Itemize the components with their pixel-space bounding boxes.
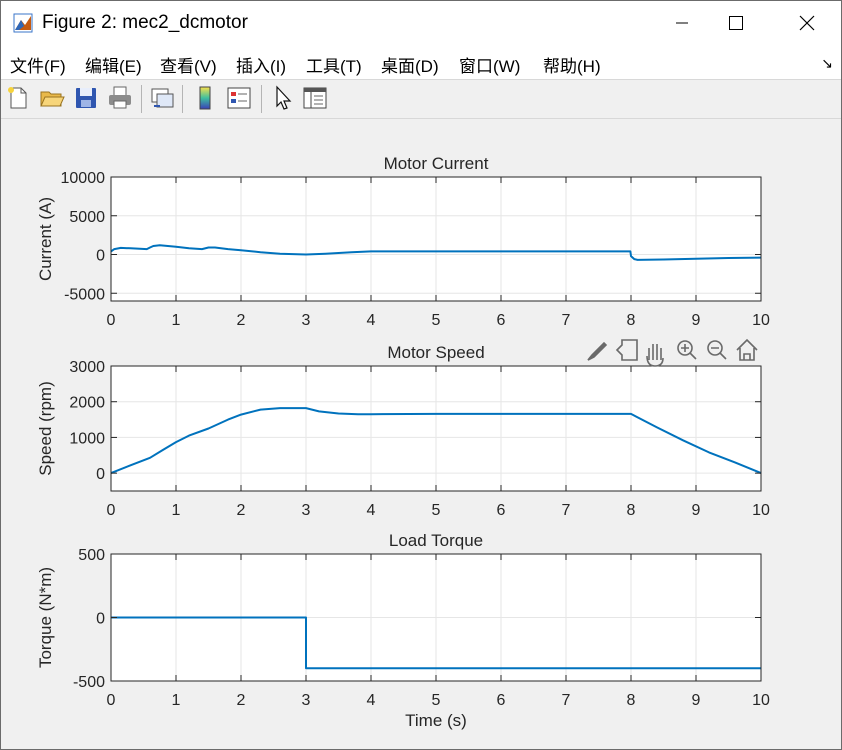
x-tick-label: 6 — [497, 312, 506, 329]
x-tick-label: 7 — [562, 502, 571, 519]
x-tick-label: 8 — [627, 502, 636, 519]
property-inspector-icon[interactable] — [301, 84, 329, 112]
axes-title: Motor Speed — [387, 343, 484, 362]
menu-window[interactable]: 窗口(W) — [459, 52, 520, 77]
axes-3[interactable] — [110, 553, 762, 682]
y-tick-label: 2000 — [69, 395, 105, 412]
x-tick-label: 3 — [302, 502, 311, 519]
menu-bar: 文件(F) 编辑(E) 查看(V) 插入(I) 工具(T) 桌面(D) 窗口(W… — [1, 45, 841, 79]
x-tick-label: 2 — [237, 502, 246, 519]
y-axis-label: Torque (N*m) — [36, 567, 55, 668]
close-icon — [799, 15, 815, 31]
x-tick-label: 10 — [752, 692, 770, 709]
edit-plot-arrow-icon[interactable] — [268, 84, 296, 112]
close-button[interactable] — [784, 1, 830, 45]
minimize-icon — [676, 22, 688, 24]
title-bar[interactable]: Figure 2: mec2_dcmotor — [1, 1, 841, 45]
print-icon[interactable] — [106, 84, 134, 112]
x-tick-label: 4 — [367, 502, 376, 519]
x-tick-label: 10 — [752, 502, 770, 519]
menu-help[interactable]: 帮助(H) — [543, 52, 601, 77]
window-title: Figure 2: mec2_dcmotor — [42, 12, 248, 33]
axes-2[interactable] — [110, 365, 762, 492]
pan-hand-icon[interactable] — [646, 344, 664, 367]
x-tick-label: 5 — [432, 502, 441, 519]
y-tick-label: 10000 — [61, 170, 106, 187]
toolbar-separator — [261, 85, 262, 113]
x-tick-label: 6 — [497, 692, 506, 709]
y-tick-label: 0 — [96, 611, 105, 628]
zoom-in-icon[interactable] — [681, 344, 697, 360]
figure-window: Figure 2: mec2_dcmotor 文件(F) 编辑(E) 查看(V)… — [0, 0, 842, 750]
x-tick-label: 4 — [367, 312, 376, 329]
figure-canvas[interactable]: 0 1 2 3 4 5 6 7 8 9 10-50000500010000Motor Current… — [1, 118, 841, 749]
save-icon[interactable] — [72, 84, 100, 112]
x-tick-label: 0 — [107, 312, 116, 329]
y-tick-label: 500 — [78, 547, 105, 564]
link-plot-icon[interactable] — [148, 84, 176, 112]
menu-desktop[interactable]: 桌面(D) — [381, 52, 439, 77]
x-tick-label: 8 — [627, 692, 636, 709]
data-tips-icon[interactable] — [615, 339, 638, 361]
figure-toolbar — [1, 79, 841, 119]
x-tick-label: 5 — [432, 312, 441, 329]
axes-1[interactable] — [110, 176, 762, 302]
minimize-button[interactable] — [659, 1, 705, 45]
brush-icon[interactable] — [587, 341, 608, 361]
y-tick-label: -500 — [73, 674, 105, 691]
y-tick-label: 0 — [96, 466, 105, 483]
x-tick-label: 9 — [692, 692, 701, 709]
maximize-icon — [729, 16, 743, 30]
x-tick-label: 9 — [692, 312, 701, 329]
x-tick-label: 2 — [237, 312, 246, 329]
x-tick-label: 1 — [172, 692, 181, 709]
menu-tools[interactable]: 工具(T) — [306, 52, 362, 77]
x-tick-label: 3 — [302, 312, 311, 329]
restore-view-home-icon[interactable] — [736, 338, 758, 361]
axes-title: Load Torque — [389, 531, 483, 550]
matlab-logo-icon — [13, 13, 33, 33]
x-tick-label: 7 — [562, 692, 571, 709]
x-tick-label: 7 — [562, 312, 571, 329]
y-tick-label: 0 — [96, 248, 105, 265]
menu-file[interactable]: 文件(F) — [10, 52, 66, 77]
menu-edit[interactable]: 编辑(E) — [85, 52, 142, 77]
x-tick-label: 6 — [497, 502, 506, 519]
insert-legend-icon[interactable] — [225, 84, 253, 112]
x-tick-label: 0 — [107, 502, 116, 519]
toolbar-separator — [141, 85, 142, 113]
x-tick-label: 8 — [627, 312, 636, 329]
x-tick-label: 10 — [752, 312, 770, 329]
axes-toolbar[interactable] — [587, 338, 758, 367]
x-tick-label: 0 — [107, 692, 116, 709]
y-axis-label: Speed (rpm) — [36, 381, 55, 475]
x-tick-label: 5 — [432, 692, 441, 709]
maximize-button[interactable] — [713, 1, 759, 45]
axes-title: Motor Current — [384, 154, 489, 173]
y-tick-label: 5000 — [69, 209, 105, 226]
menu-view[interactable]: 查看(V) — [160, 52, 217, 77]
y-tick-label: 1000 — [69, 430, 105, 447]
x-tick-label: 1 — [172, 312, 181, 329]
open-file-icon[interactable] — [38, 84, 66, 112]
insert-colorbar-icon[interactable] — [191, 84, 219, 112]
y-tick-label: 3000 — [69, 359, 105, 376]
x-tick-label: 4 — [367, 692, 376, 709]
dock-arrow-icon[interactable]: ↘ — [821, 55, 833, 72]
x-tick-label: 3 — [302, 692, 311, 709]
x-tick-label: 9 — [692, 502, 701, 519]
toolbar-separator — [182, 85, 183, 113]
menu-insert[interactable]: 插入(I) — [236, 52, 286, 77]
y-tick-label: -5000 — [64, 286, 105, 303]
x-axis-label: Time (s) — [405, 711, 467, 730]
x-tick-label: 2 — [237, 692, 246, 709]
y-axis-label: Current (A) — [36, 197, 55, 281]
new-figure-icon[interactable] — [4, 84, 32, 112]
x-tick-label: 1 — [172, 502, 181, 519]
